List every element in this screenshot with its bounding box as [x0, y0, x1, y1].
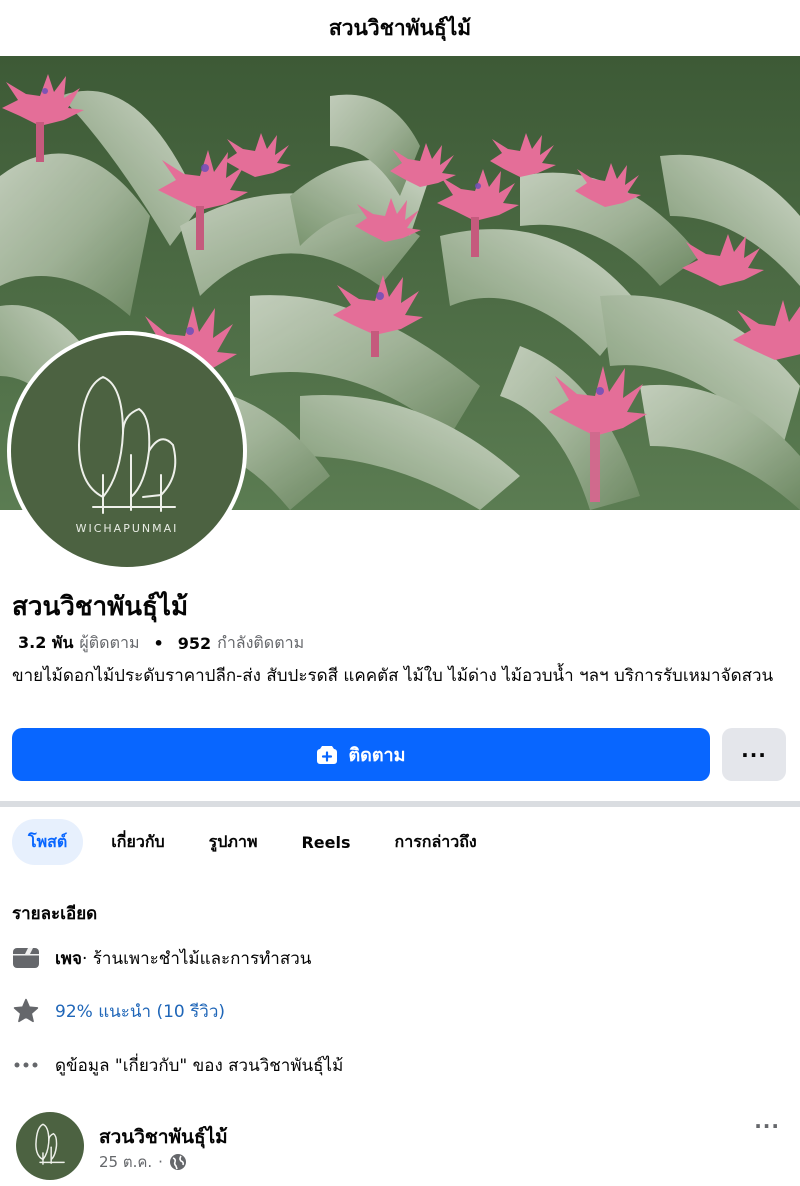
about-link-row[interactable]: ดูข้อมูล "เกี่ยวกับ" ของ สวนวิชาพันธุ์ไม…	[12, 1051, 343, 1079]
details-title: รายละเอียด	[12, 904, 98, 924]
tree-logo-icon	[35, 1123, 65, 1165]
more-dots-icon: ···	[741, 742, 767, 767]
profile-tabs: โพสต์ เกี่ยวกับ รูปภาพ Reels การกล่าวถึง	[12, 818, 505, 866]
tab-about[interactable]: เกี่ยวกับ	[95, 819, 180, 865]
profile-bio: ขายไม้ดอกไม้ประดับราคาปลีก-ส่ง สับปะรดสี…	[12, 666, 774, 686]
follow-button[interactable]: ติดตาม	[12, 728, 710, 781]
follow-page-icon	[317, 745, 338, 764]
post-header: สวนวิชาพันธุ์ไม้ 25 ต.ค. · ···	[16, 1112, 786, 1182]
tab-reels[interactable]: Reels	[285, 819, 366, 865]
following-label[interactable]: กำลังติดตาม	[217, 631, 304, 656]
tab-mentions[interactable]: การกล่าวถึง	[379, 819, 493, 865]
page-category: · ร้านเพาะชำไม้และการทำสวน	[81, 948, 312, 969]
followers-label[interactable]: ผู้ติดตาม	[79, 631, 139, 656]
post-meta-separator: ·	[158, 1153, 163, 1171]
post-author-name[interactable]: สวนวิชาพันธุ์ไม้	[99, 1122, 228, 1152]
page-type-label: เพจ	[55, 948, 82, 969]
avatar-brand-text: WICHAPUNMAI	[75, 522, 179, 535]
globe-icon	[169, 1154, 186, 1170]
post-options-button[interactable]: ···	[754, 1114, 780, 1138]
more-dots-icon	[12, 1051, 40, 1079]
following-count[interactable]: 952	[178, 634, 211, 653]
follow-button-label: ติดตาม	[348, 745, 406, 766]
rating-link[interactable]: 92% แนะนำ (10 รีวิว)	[55, 998, 225, 1025]
stats-separator: •	[153, 634, 164, 653]
post-date[interactable]: 25 ต.ค.	[99, 1150, 152, 1174]
more-options-button[interactable]: ···	[722, 728, 786, 781]
about-link[interactable]: ดูข้อมูล "เกี่ยวกับ" ของ สวนวิชาพันธุ์ไม…	[55, 1052, 343, 1079]
post-author-avatar[interactable]	[16, 1112, 84, 1180]
profile-avatar[interactable]: WICHAPUNMAI	[7, 331, 247, 571]
page-category-row: เพจ · ร้านเพาะชำไม้และการทำสวน	[12, 944, 311, 972]
section-divider	[0, 801, 800, 807]
top-bar: สวนวิชาพันธุ์ไม้	[0, 0, 800, 56]
star-icon	[12, 997, 40, 1025]
avatar-logo: WICHAPUNMAI	[11, 335, 243, 567]
rating-row[interactable]: 92% แนะนำ (10 รีวิว)	[12, 997, 225, 1025]
tab-posts[interactable]: โพสต์	[12, 819, 84, 865]
followers-count[interactable]: 3.2 พัน	[18, 631, 73, 656]
page-flag-icon	[12, 944, 40, 972]
profile-stats: 3.2 พัน ผู้ติดตาม • 952 กำลังติดตาม	[18, 631, 304, 656]
post-meta: 25 ต.ค. ·	[99, 1150, 187, 1174]
profile-name: สวนวิชาพันธุ์ไม้	[12, 592, 189, 622]
tab-photos[interactable]: รูปภาพ	[193, 819, 274, 865]
page-title: สวนวิชาพันธุ์ไม้	[328, 15, 472, 40]
